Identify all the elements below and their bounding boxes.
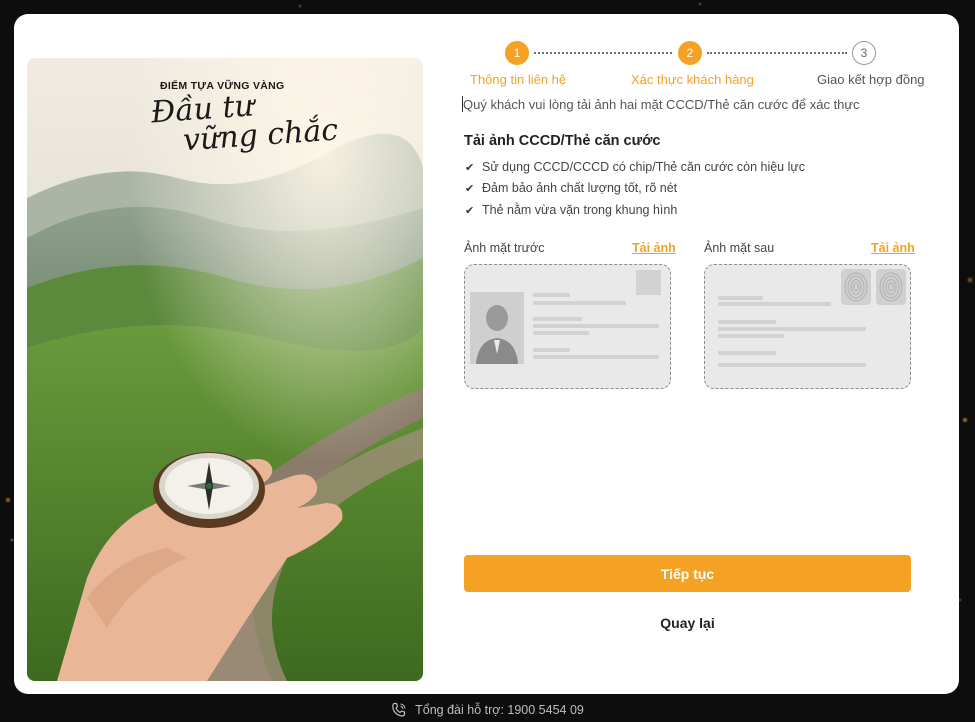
upload-front-link[interactable]: Tải ảnh — [632, 241, 676, 255]
form-panel: 1 2 3 Thông tin liên hệ Xác thực khách h… — [454, 14, 959, 694]
front-id-dropzone[interactable] — [464, 264, 671, 389]
requirement-text: Sử dụng CCCD/CCCD có chip/Thẻ căn cước c… — [482, 160, 806, 174]
check-icon: ✔ — [465, 182, 475, 195]
step-1-label: Thông tin liên hệ — [470, 72, 567, 87]
placeholder-line — [718, 363, 866, 367]
step-2-label: Xác thực khách hàng — [631, 72, 754, 87]
back-id-dropzone[interactable] — [704, 264, 911, 389]
fingerprint-icon — [841, 269, 871, 305]
requirement-text: Đảm bảo ảnh chất lượng tốt, rõ nét — [482, 181, 678, 195]
placeholder-line — [718, 302, 831, 306]
placeholder-line — [533, 348, 570, 352]
avatar-placeholder-icon — [470, 292, 524, 364]
hero-image: ĐIỂM TỰA VỮNG VÀNG Đầu tư vững chắc — [27, 58, 423, 681]
placeholder-line — [533, 301, 626, 305]
instruction-text: Quý khách vui lòng tải ảnh hai mặt CCCD/… — [463, 97, 860, 112]
back-side-label: Ảnh mặt sau — [704, 241, 775, 255]
requirement-item: ✔ Sử dụng CCCD/CCCD có chip/Thẻ căn cước… — [465, 160, 805, 174]
requirement-text: Thẻ nằm vừa vặn trong khung hình — [482, 203, 678, 217]
step-connector-1 — [534, 52, 672, 54]
step-1-indicator: 1 — [505, 41, 529, 65]
step-connector-2 — [707, 52, 847, 54]
hero-slogan: Đầu tư vững chắc — [150, 86, 339, 159]
placeholder-line — [533, 331, 589, 335]
upload-back-link[interactable]: Tải ảnh — [871, 241, 915, 255]
requirement-item: ✔ Thẻ nằm vừa vặn trong khung hình — [465, 203, 677, 217]
placeholder-line — [533, 355, 659, 359]
placeholder-line — [718, 320, 776, 324]
placeholder-line — [533, 317, 582, 321]
main-card: ĐIỂM TỰA VỮNG VÀNG Đầu tư vững chắc 1 2 … — [14, 14, 959, 694]
fingerprint-icon — [876, 269, 906, 305]
chip-placeholder — [636, 270, 661, 295]
placeholder-line — [718, 334, 784, 338]
placeholder-line — [718, 296, 763, 300]
requirement-item: ✔ Đảm bảo ảnh chất lượng tốt, rõ nét — [465, 181, 677, 195]
check-icon: ✔ — [465, 161, 475, 174]
step-2-indicator: 2 — [678, 41, 702, 65]
continue-button[interactable]: Tiếp tục — [464, 555, 911, 592]
placeholder-line — [718, 351, 776, 355]
step-3-indicator: 3 — [852, 41, 876, 65]
phone-icon — [391, 702, 407, 718]
check-icon: ✔ — [465, 204, 475, 217]
placeholder-line — [533, 324, 659, 328]
back-button[interactable]: Quay lại — [464, 610, 911, 636]
hotline-text: Tổng đài hỗ trợ: 1900 5454 09 — [415, 703, 584, 717]
upload-section-title: Tải ảnh CCCD/Thẻ căn cước — [464, 133, 661, 149]
placeholder-line — [533, 293, 570, 297]
front-side-label: Ảnh mặt trước — [464, 241, 545, 255]
support-footer: Tổng đài hỗ trợ: 1900 5454 09 — [0, 700, 975, 720]
step-3-label: Giao kết hợp đồng — [817, 72, 925, 87]
placeholder-line — [718, 327, 866, 331]
